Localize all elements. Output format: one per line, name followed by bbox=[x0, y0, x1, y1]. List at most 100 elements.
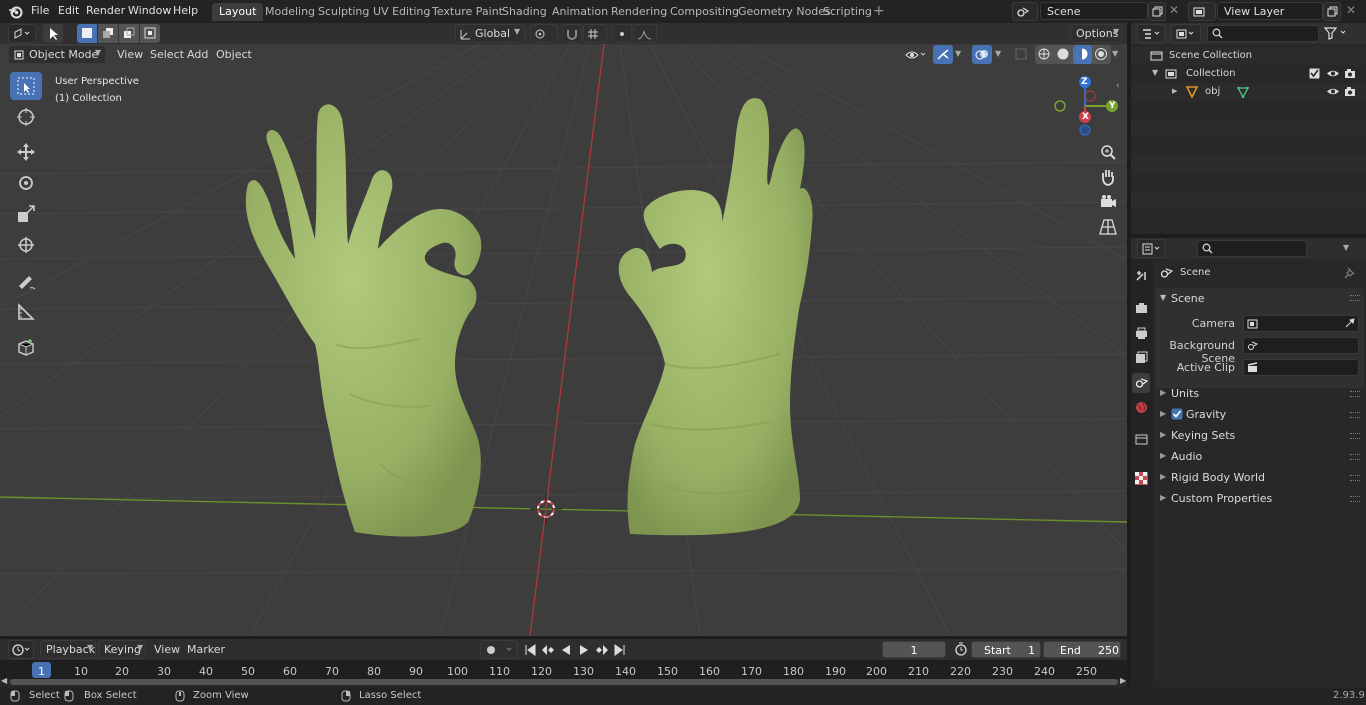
expand-arrow-icon[interactable]: ▶ bbox=[1172, 87, 1177, 95]
rigid-body-world-panel[interactable]: ▶ Rigid Body World bbox=[1155, 468, 1364, 488]
menu-window[interactable]: Window bbox=[128, 4, 171, 17]
menu-select[interactable]: Select bbox=[150, 48, 184, 61]
camera-view-button[interactable] bbox=[1098, 192, 1118, 212]
pan-view-button[interactable] bbox=[1098, 167, 1118, 187]
menu-edit[interactable]: Edit bbox=[58, 4, 79, 17]
solid-shading-button[interactable] bbox=[1056, 47, 1072, 62]
chevron-down-icon[interactable]: ▼ bbox=[955, 49, 961, 58]
menu-render[interactable]: Render bbox=[86, 4, 125, 17]
rendered-shading-button[interactable] bbox=[1094, 47, 1110, 62]
properties-editor-type-button[interactable] bbox=[1137, 239, 1165, 258]
playback-dropdown[interactable]: Playback ▼ bbox=[40, 640, 96, 659]
drag-grip-icon[interactable] bbox=[1350, 391, 1360, 397]
outliner-search-input[interactable] bbox=[1207, 25, 1319, 42]
wireframe-shading-button[interactable] bbox=[1037, 47, 1053, 62]
cursor-tool[interactable] bbox=[10, 103, 42, 131]
display-mode-dropdown[interactable] bbox=[1171, 24, 1201, 43]
units-panel[interactable]: ▶ Units bbox=[1155, 384, 1364, 404]
select-box-tool[interactable] bbox=[10, 72, 42, 100]
select-extend-button[interactable] bbox=[98, 24, 118, 43]
menu-add[interactable]: Add bbox=[187, 48, 208, 61]
transform-tool[interactable] bbox=[10, 231, 42, 259]
new-scene-button[interactable] bbox=[1148, 2, 1166, 21]
new-view-layer-button[interactable] bbox=[1323, 2, 1341, 21]
view-layer-field[interactable]: View Layer bbox=[1217, 2, 1323, 20]
editor-type-button[interactable] bbox=[8, 24, 36, 43]
drag-grip-icon[interactable] bbox=[1350, 295, 1360, 301]
outliner-row[interactable]: ▼ Collection bbox=[1131, 65, 1366, 83]
toggle-perspective-button[interactable] bbox=[1098, 217, 1118, 237]
right-hand-mesh[interactable] bbox=[618, 98, 813, 536]
jump-to-keyframe-next-icon[interactable] bbox=[594, 641, 610, 659]
background-scene-field[interactable] bbox=[1243, 337, 1359, 354]
play-icon[interactable] bbox=[576, 641, 592, 659]
menu-help[interactable]: Help bbox=[173, 4, 198, 17]
current-frame-field[interactable]: 1 bbox=[882, 641, 946, 658]
select-intersect-button[interactable] bbox=[140, 24, 160, 43]
zoom-view-button[interactable] bbox=[1098, 142, 1118, 162]
tab-collection[interactable] bbox=[1132, 430, 1150, 450]
scene-panel-title[interactable]: Scene bbox=[1171, 292, 1205, 305]
options-dropdown[interactable]: Options ▼ bbox=[1070, 24, 1122, 43]
material-preview-button[interactable] bbox=[1073, 45, 1092, 64]
xray-toggle[interactable] bbox=[1013, 46, 1029, 63]
select-subtract-button[interactable] bbox=[119, 24, 139, 43]
chevron-down-icon[interactable]: ▼ bbox=[1112, 49, 1118, 58]
move-tool[interactable] bbox=[10, 138, 42, 166]
view-layer-selector-button[interactable] bbox=[1188, 2, 1216, 21]
eye-icon[interactable] bbox=[1326, 68, 1340, 79]
timeline-scrollbar[interactable] bbox=[10, 679, 1118, 685]
tab-view-layer[interactable] bbox=[1132, 348, 1150, 368]
timeline-editor[interactable]: Playback ▼ Keying ▼ View Marker 1 Start … bbox=[0, 639, 1127, 687]
menu-marker[interactable]: Marker bbox=[187, 643, 225, 656]
drag-grip-icon[interactable] bbox=[1350, 496, 1360, 502]
scroll-right-icon[interactable]: ▶ bbox=[1120, 676, 1126, 685]
active-clip-field[interactable] bbox=[1243, 359, 1359, 376]
tab-scene[interactable] bbox=[1132, 373, 1150, 393]
keying-dropdown[interactable]: Keying ▼ bbox=[98, 640, 146, 659]
tab-texture[interactable] bbox=[1132, 469, 1150, 489]
collapse-arrow-icon[interactable]: ▼ bbox=[1160, 293, 1166, 302]
measure-tool[interactable] bbox=[10, 298, 42, 326]
properties-search-input[interactable] bbox=[1197, 240, 1307, 257]
menu-view[interactable]: View bbox=[154, 643, 180, 656]
add-cube-tool[interactable] bbox=[10, 334, 42, 362]
camera-field[interactable] bbox=[1243, 315, 1359, 332]
eye-icon[interactable] bbox=[1326, 86, 1340, 97]
scale-tool[interactable] bbox=[10, 200, 42, 228]
tab-world[interactable] bbox=[1132, 398, 1150, 418]
end-frame-field[interactable]: End 250 bbox=[1043, 641, 1121, 658]
timeline-editor-type-button[interactable] bbox=[8, 640, 34, 659]
visibility-dropdown[interactable] bbox=[903, 46, 929, 64]
outliner-row[interactable]: ▶ obj bbox=[1131, 83, 1366, 101]
rotate-tool[interactable] bbox=[10, 169, 42, 197]
stopwatch-icon[interactable] bbox=[954, 642, 968, 656]
auto-keying-toggle[interactable] bbox=[480, 640, 518, 659]
render-camera-icon[interactable] bbox=[1344, 68, 1356, 79]
gravity-panel[interactable]: ▶ Gravity bbox=[1155, 405, 1364, 425]
select-new-button[interactable] bbox=[77, 24, 97, 43]
pivot-point-dropdown[interactable] bbox=[530, 24, 558, 43]
snap-target-dropdown[interactable] bbox=[583, 24, 607, 43]
3d-viewport[interactable]: Z Y X Object Mode ▼ View Select Add Obje… bbox=[0, 44, 1127, 636]
transform-orientation-dropdown[interactable]: Global ▼ bbox=[455, 24, 525, 43]
keying-sets-panel[interactable]: ▶ Keying Sets bbox=[1155, 426, 1364, 446]
active-tool-button[interactable] bbox=[43, 24, 63, 43]
drag-grip-icon[interactable] bbox=[1350, 433, 1360, 439]
expand-arrow-icon[interactable]: ▼ bbox=[1152, 68, 1158, 77]
menu-view[interactable]: View bbox=[117, 48, 143, 61]
menu-file[interactable]: File bbox=[31, 4, 49, 17]
outliner-row[interactable]: Scene Collection bbox=[1131, 47, 1366, 65]
falloff-dropdown[interactable] bbox=[633, 24, 657, 43]
overlays-toggle[interactable] bbox=[972, 45, 992, 64]
audio-panel[interactable]: ▶ Audio bbox=[1155, 447, 1364, 467]
eyedropper-icon[interactable] bbox=[1344, 318, 1355, 329]
chevron-down-icon[interactable]: ▼ bbox=[1343, 243, 1349, 252]
chevron-down-icon[interactable]: ▼ bbox=[995, 49, 1001, 58]
jump-to-keyframe-prev-icon[interactable] bbox=[540, 641, 556, 659]
tab-output[interactable] bbox=[1132, 324, 1150, 344]
drag-grip-icon[interactable] bbox=[1350, 475, 1360, 481]
tab-layout[interactable]: Layout bbox=[212, 3, 264, 21]
tab-tool[interactable] bbox=[1132, 266, 1150, 286]
jump-to-end-icon[interactable] bbox=[612, 641, 628, 659]
